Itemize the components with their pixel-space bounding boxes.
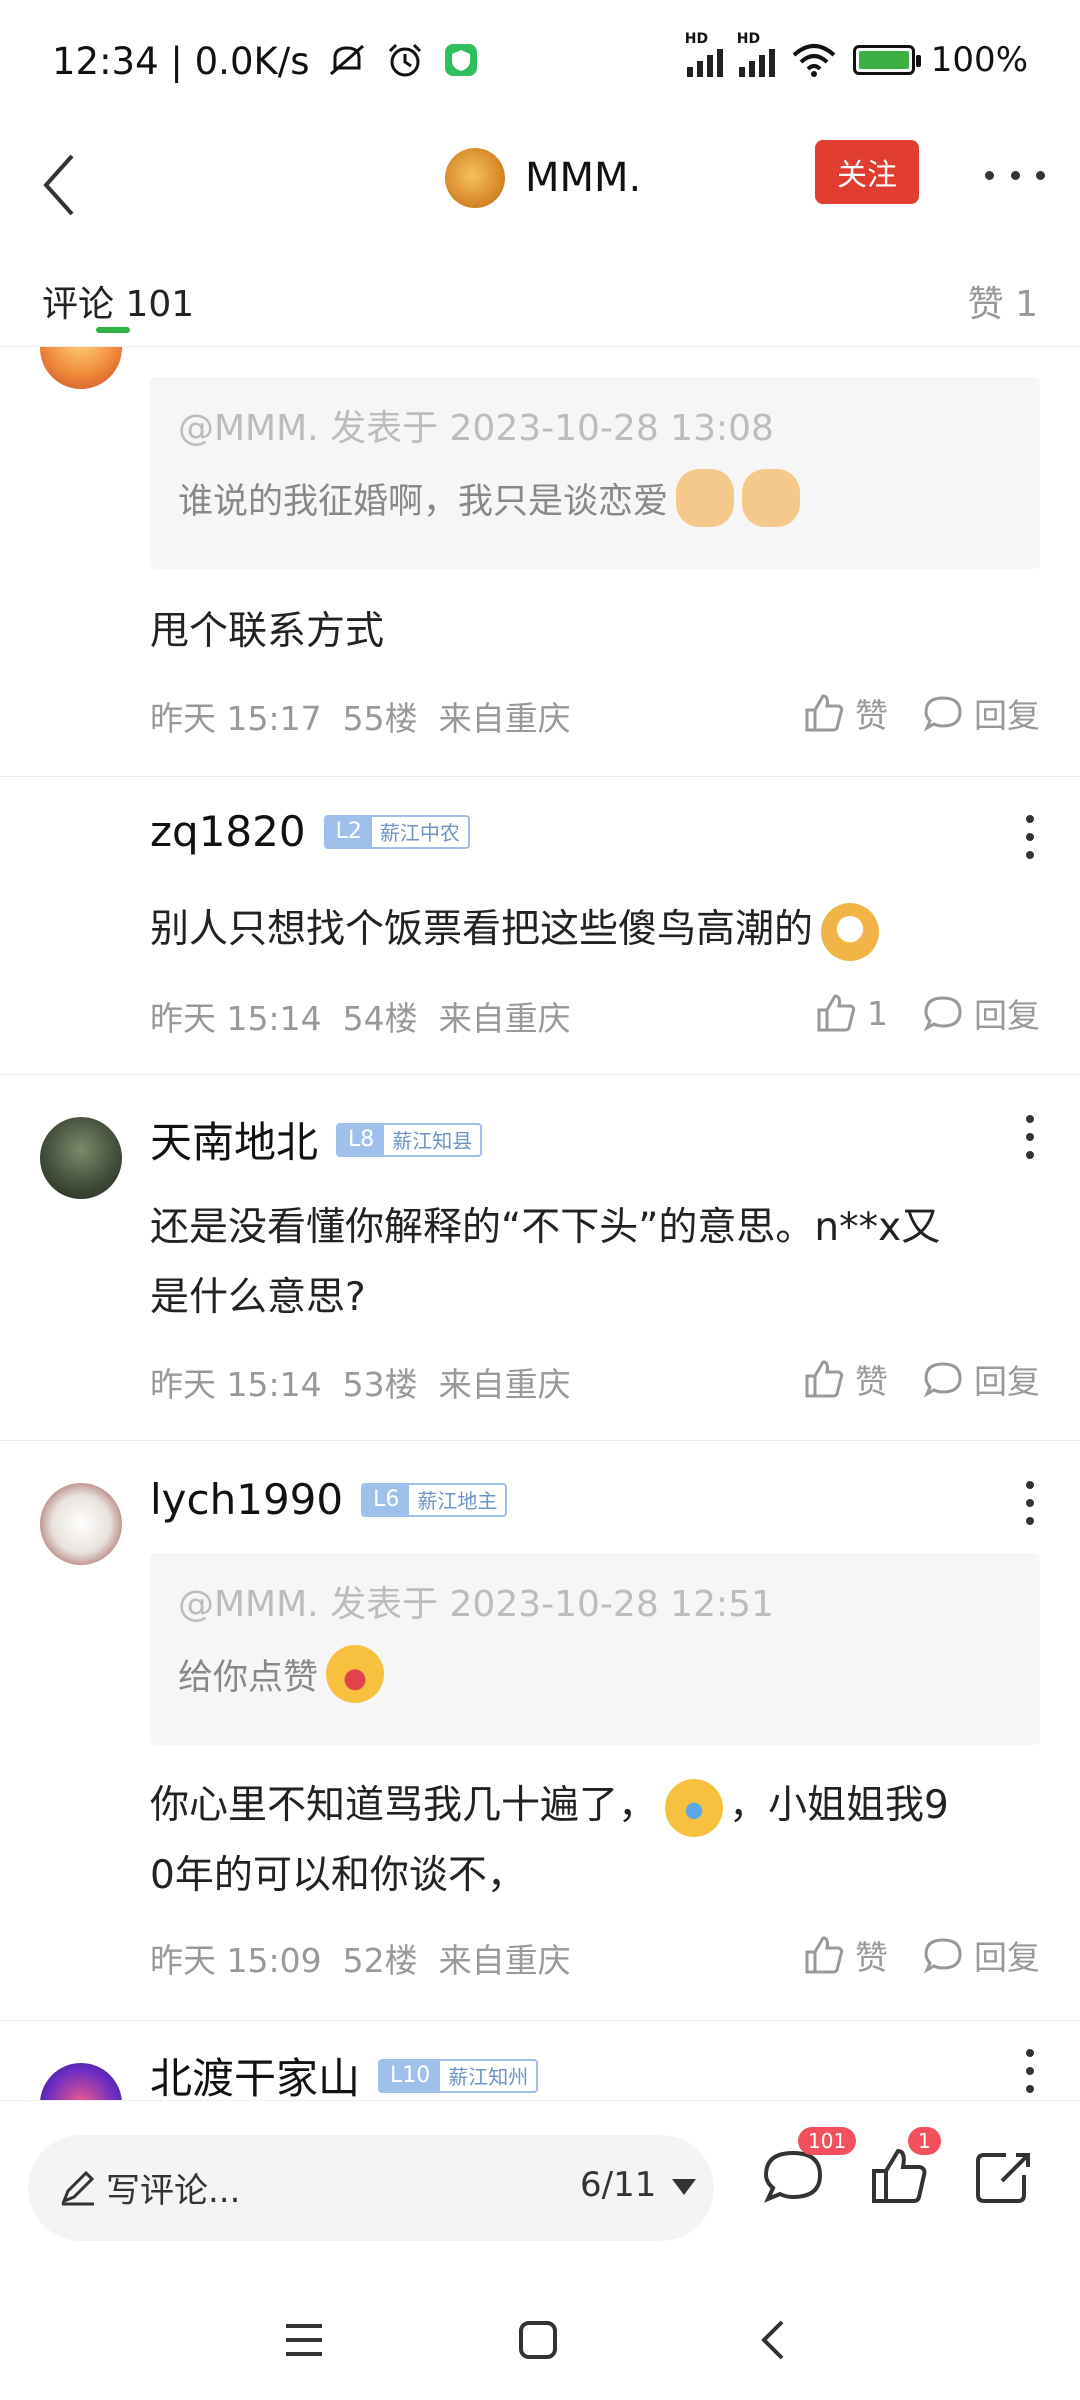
comment-meta: 昨天 15:09 52楼 来自重庆: [150, 1941, 571, 1980]
emoji-icon: [676, 469, 735, 527]
more-icon[interactable]: [1024, 1481, 1036, 1525]
level-badge: L8 薪江知县: [336, 1122, 483, 1157]
status-time: 12:34 | 0.0K/s: [52, 40, 479, 83]
tab-likes[interactable]: 赞 1: [968, 275, 1038, 327]
more-icon[interactable]: [985, 160, 1045, 190]
reply-button[interactable]: 回复: [922, 689, 1040, 737]
mute-icon: [330, 44, 365, 76]
avatar[interactable]: [445, 148, 505, 208]
page-indicator[interactable]: 6/11: [580, 2165, 656, 2205]
back-icon[interactable]: [754, 2318, 794, 2362]
comment-text: 还是没看懂你解释的“不下头”的意思。n**x又 是什么意思?: [150, 1205, 941, 1320]
thumb-up-icon: [805, 694, 844, 732]
share-button[interactable]: [968, 2141, 1038, 2211]
comment-bubble-icon: [923, 696, 962, 732]
more-icon[interactable]: [1024, 815, 1036, 859]
comment-item: 天南地北 L8 薪江知县 还是没看懂你解释的“不下头”的意思。n**x又 是什么意…: [0, 1075, 1080, 1441]
like-button[interactable]: 1: [864, 2127, 941, 2211]
battery-level: 100%: [930, 40, 1028, 80]
comment-placeholder: 写评论...: [106, 2171, 241, 2211]
chevron-down-icon[interactable]: [672, 2179, 696, 2195]
comment-item: 北渡干家山 L10 薪江知州: [0, 2021, 1080, 2100]
thumb-up-icon: [805, 1360, 844, 1398]
home-icon[interactable]: [516, 2318, 560, 2362]
more-icon[interactable]: [1024, 2049, 1036, 2093]
system-nav-bar: [0, 2280, 1080, 2400]
emoji-icon: [665, 1778, 724, 1837]
status-right: HD HD 100%: [685, 31, 1028, 80]
page-title: MMM.: [525, 155, 642, 201]
reply-button[interactable]: 回复: [922, 1355, 1040, 1403]
thumb-up-icon: [805, 1936, 844, 1974]
pen-icon: [61, 2170, 95, 2206]
comment-meta: 昨天 15:14 54楼 来自重庆: [150, 999, 571, 1038]
comments-button[interactable]: 101: [758, 2127, 857, 2211]
shield-icon: [444, 44, 477, 76]
signal-icon: HD: [737, 31, 775, 77]
username[interactable]: 北渡干家山 L10 薪江知州: [150, 2045, 539, 2100]
comment-actions: 1 回复: [815, 989, 1040, 1037]
reply-button[interactable]: 回复: [922, 989, 1040, 1037]
emoji-icon: [742, 469, 801, 527]
header: MMM. 关注: [0, 130, 1080, 240]
follow-button[interactable]: 关注: [815, 140, 919, 204]
like-button[interactable]: 赞: [803, 1355, 888, 1403]
comment-bubble-icon: [923, 1362, 962, 1398]
quoted-comment[interactable]: @MMM. 发表于 2023-10-28 12:51 给你点赞: [150, 1553, 1040, 1745]
comment-bubble-icon: [923, 996, 962, 1032]
level-badge: L10 薪江知州: [378, 2058, 539, 2093]
like-button[interactable]: 赞: [803, 689, 888, 737]
like-count-badge: 1: [908, 2127, 941, 2155]
like-button[interactable]: 1: [815, 992, 888, 1034]
level-badge: L6 薪江地主: [361, 1482, 508, 1517]
username[interactable]: lych1990 L6 薪江地主: [150, 1475, 508, 1524]
comment-text: 别人只想找个饭票看把这些傻鸟高潮的: [150, 895, 1040, 965]
avatar[interactable]: [40, 1483, 122, 1565]
comment-text: 甩个联系方式: [150, 609, 385, 654]
comment-text: 你心里不知道骂我几十遍了， ，小姐姐我9 0年的可以和你谈不，: [150, 1771, 1040, 1911]
alarm-icon: [388, 43, 422, 77]
back-icon[interactable]: [30, 150, 90, 220]
level-badge: L2 薪江中农: [323, 814, 470, 849]
username[interactable]: 天南地北 L8 薪江知县: [150, 1109, 483, 1170]
reply-button[interactable]: 回复: [922, 1931, 1040, 1979]
signal-icon: HD: [685, 31, 723, 77]
tabs: 评论 101 赞 1: [0, 255, 1080, 347]
like-button[interactable]: 赞: [803, 1931, 888, 1979]
comment-item: zq1820 L2 薪江中农 别人只想找个饭票看把这些傻鸟高潮的 昨天 15:14…: [0, 777, 1080, 1075]
username[interactable]: zq1820 L2 薪江中农: [150, 807, 470, 856]
menu-icon[interactable]: [282, 2320, 326, 2360]
comment-input[interactable]: 写评论... 6/11: [28, 2135, 714, 2241]
thumb-up-icon: [817, 994, 856, 1032]
bottom-bar: 写评论... 6/11 101 1: [0, 2100, 1080, 2280]
emoji-icon: [821, 902, 880, 961]
comment-meta: 昨天 15:17 55楼 来自重庆: [150, 699, 571, 738]
comment-actions: 赞 回复: [803, 1355, 1040, 1403]
share-icon: [976, 2153, 1030, 2203]
comment-item: @MMM. 发表于 2023-10-28 13:08 谁说的我征婚啊，我只是谈恋…: [0, 347, 1080, 777]
comment-meta: 昨天 15:14 53楼 来自重庆: [150, 1365, 571, 1404]
tab-indicator: [96, 327, 130, 333]
comment-item: lych1990 L6 薪江地主 @MMM. 发表于 2023-10-28 12:…: [0, 1441, 1080, 2021]
more-icon[interactable]: [1024, 1115, 1036, 1159]
wifi-icon: [792, 44, 836, 77]
comment-actions: 赞 回复: [803, 1931, 1040, 1979]
battery-icon: [852, 45, 921, 75]
title-wrap: MMM.: [445, 148, 641, 208]
tab-comments[interactable]: 评论 101: [42, 275, 194, 327]
status-bar: 12:34 | 0.0K/s HD HD 100%: [0, 0, 1080, 130]
avatar[interactable]: [40, 2063, 122, 2100]
comment-actions: 赞 回复: [803, 689, 1040, 737]
quoted-comment[interactable]: @MMM. 发表于 2023-10-28 13:08 谁说的我征婚啊，我只是谈恋…: [150, 377, 1040, 569]
comment-bubble-icon: [923, 1938, 962, 1974]
emoji-icon: [326, 1645, 385, 1703]
comment-count-badge: 101: [798, 2127, 857, 2155]
avatar[interactable]: [40, 1117, 122, 1199]
